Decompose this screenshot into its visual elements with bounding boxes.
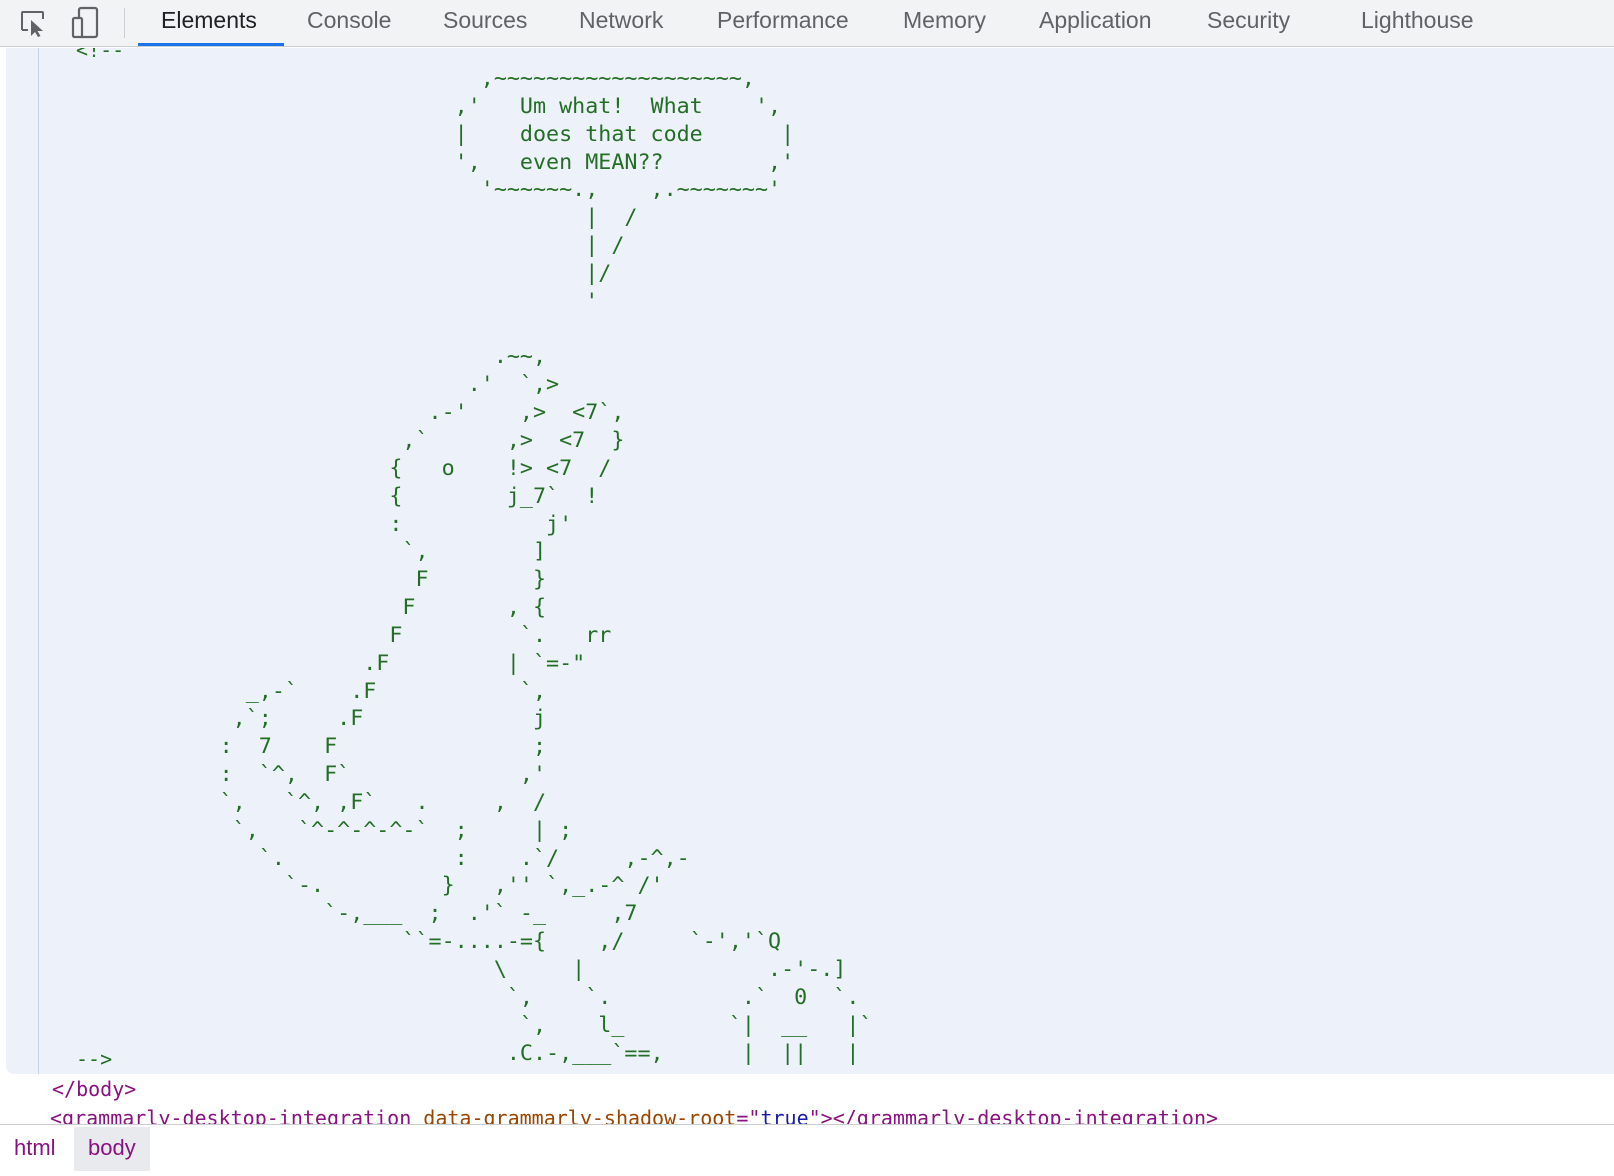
grammarly-node-text: <grammarly-desktop-integration data-gram… bbox=[50, 1104, 1218, 1124]
tree-guide-line bbox=[38, 48, 39, 1074]
breadcrumb-html[interactable]: html bbox=[0, 1127, 70, 1171]
breadcrumb: html body bbox=[0, 1124, 1614, 1176]
tab-sources[interactable]: Sources bbox=[443, 0, 527, 47]
tab-elements[interactable]: Elements bbox=[161, 0, 257, 47]
grammarly-node-row[interactable]: <grammarly-desktop-integration data-gram… bbox=[34, 1104, 1218, 1124]
breadcrumb-body[interactable]: body bbox=[74, 1127, 150, 1171]
comment-open-marker: <!-- bbox=[76, 48, 125, 62]
tab-security[interactable]: Security bbox=[1207, 0, 1290, 47]
grammarly-attr-value: true bbox=[760, 1106, 809, 1124]
ascii-art-comment: ,~~~~~~~~~~~~~~~~~~~, ,' Um what! What '… bbox=[219, 66, 873, 1066]
toolbar-separator bbox=[124, 8, 125, 38]
active-tab-indicator bbox=[138, 43, 284, 46]
tab-network[interactable]: Network bbox=[579, 0, 663, 47]
device-toolbar-icon[interactable] bbox=[68, 6, 102, 40]
tab-console[interactable]: Console bbox=[307, 0, 391, 47]
inspect-element-icon[interactable] bbox=[16, 6, 50, 40]
body-close-tag[interactable]: </body> bbox=[52, 1075, 136, 1103]
tab-performance[interactable]: Performance bbox=[717, 0, 849, 47]
body-close-tag-text: </body> bbox=[52, 1077, 137, 1101]
tab-lighthouse[interactable]: Lighthouse bbox=[1361, 0, 1474, 47]
devtools-toolbar: Elements Console Sources Network Perform… bbox=[0, 0, 1614, 47]
comment-close-marker: --> bbox=[76, 1047, 113, 1071]
grammarly-attr-name: data-grammarly-shadow-root bbox=[423, 1106, 737, 1124]
tab-application[interactable]: Application bbox=[1039, 0, 1152, 47]
grammarly-close-tag: ></grammarly-desktop-integration> bbox=[820, 1106, 1219, 1124]
grammarly-open-tag: <grammarly-desktop-integration bbox=[50, 1106, 412, 1124]
elements-tree: <!-- ,~~~~~~~~~~~~~~~~~~~, ,' Um what! W… bbox=[0, 48, 1614, 1124]
tab-memory[interactable]: Memory bbox=[903, 0, 986, 47]
